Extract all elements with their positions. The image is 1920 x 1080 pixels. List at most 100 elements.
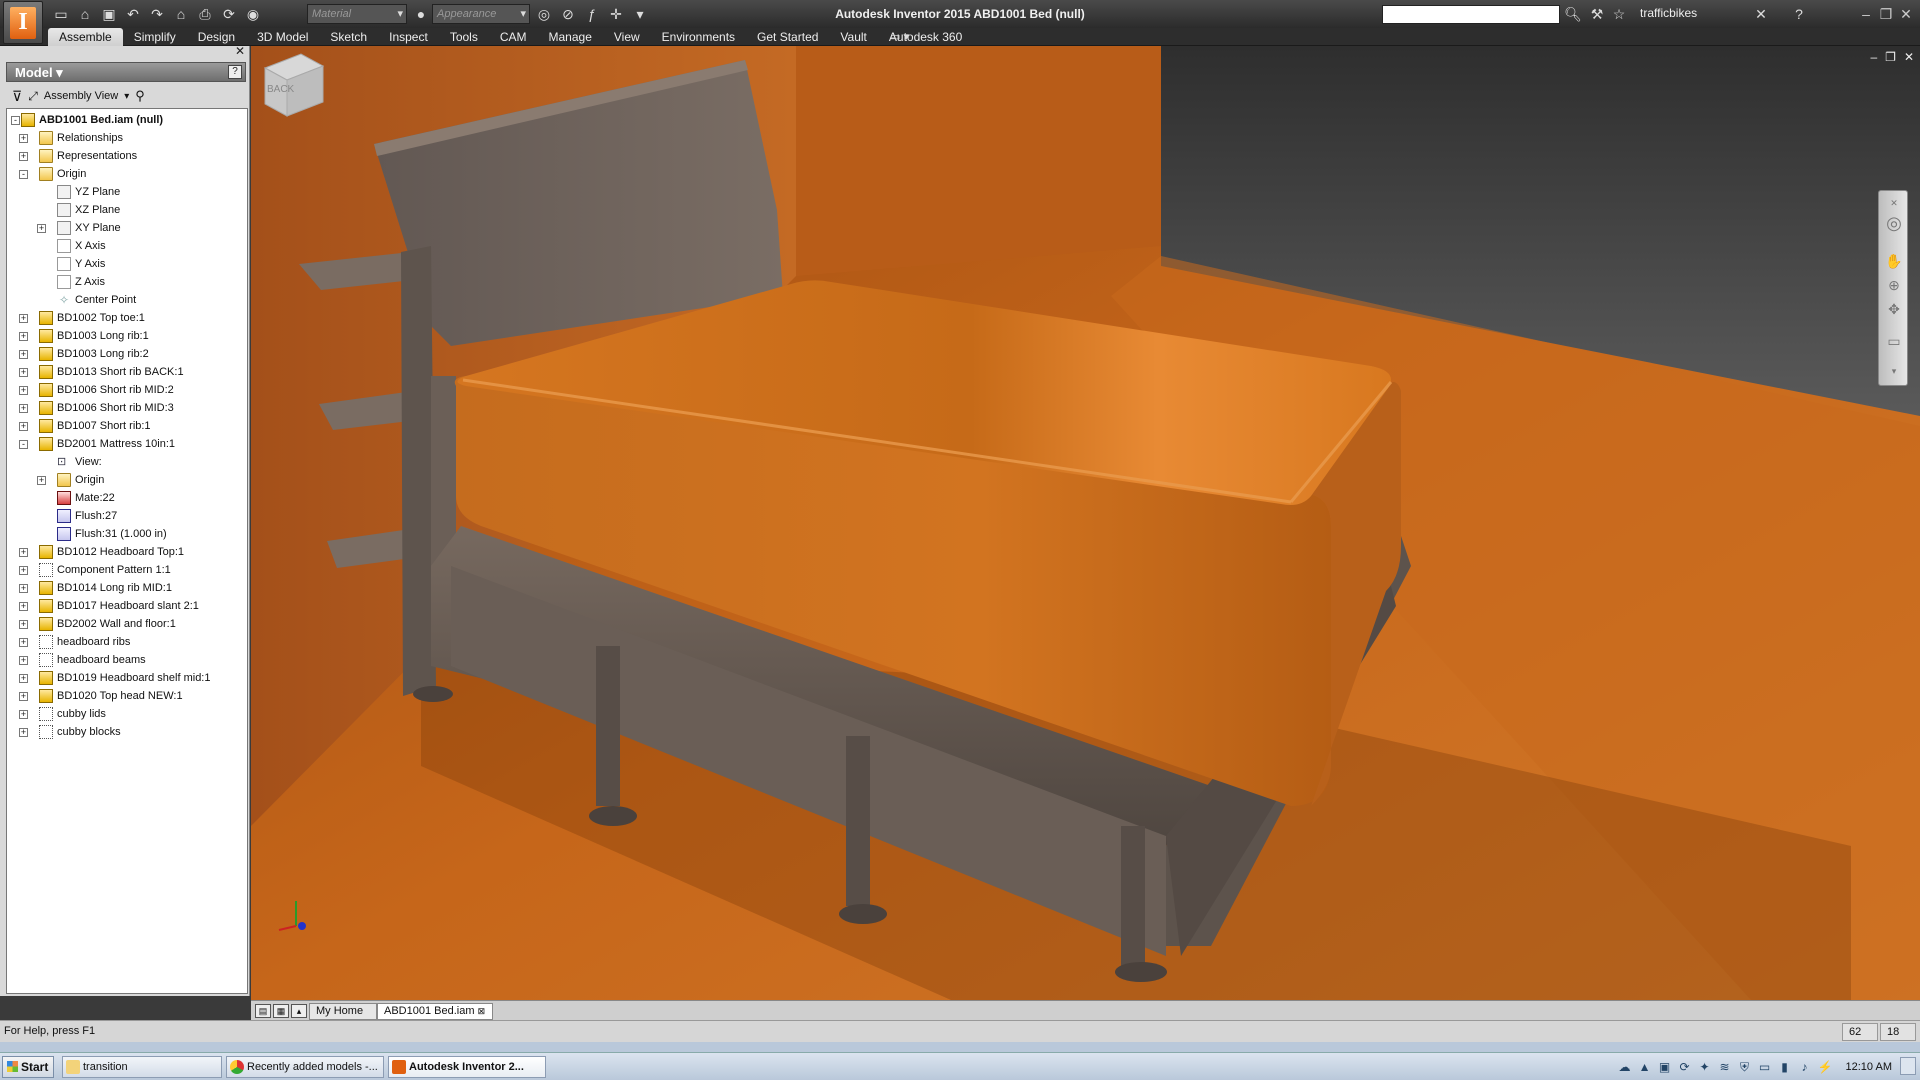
navbar-options-icon[interactable]: ▾ [1884, 361, 1904, 381]
restore-window-button[interactable]: ❐ [1876, 4, 1896, 24]
tree-node[interactable]: - BD2001 Mattress 10in:1 [7, 435, 247, 453]
new-file-icon[interactable]: ▭ [52, 5, 70, 23]
expand-icon[interactable]: + [19, 620, 28, 629]
tree-node[interactable]: Flush:31 (1.000 in) [7, 525, 247, 543]
tab-my-home[interactable]: My Home [309, 1003, 377, 1020]
tree-node[interactable]: X Axis [7, 237, 247, 255]
task-inventor[interactable]: Autodesk Inventor 2... [388, 1056, 546, 1078]
expand-icon[interactable]: + [19, 710, 28, 719]
expand-icon[interactable]: + [19, 152, 28, 161]
tree-node[interactable]: + BD1017 Headboard slant 2:1 [7, 597, 247, 615]
tree-node[interactable]: + BD1014 Long rib MID:1 [7, 579, 247, 597]
ribbon-tab[interactable]: Simplify [123, 28, 187, 46]
pan-hand-icon[interactable]: ✋ [1884, 251, 1904, 271]
assembly-view-dropdown[interactable]: Assembly View [44, 90, 118, 102]
tree-node[interactable]: + BD1007 Short rib:1 [7, 417, 247, 435]
tree-node[interactable]: Y Axis [7, 255, 247, 273]
tree-node[interactable]: YZ Plane [7, 183, 247, 201]
expand-icon[interactable]: + [19, 602, 28, 611]
search-icon[interactable]: 🔍︎ [1564, 5, 1582, 23]
expand-icon[interactable]: + [19, 404, 28, 413]
measure-icon[interactable]: ✛ [607, 5, 625, 23]
show-desktop-button[interactable] [1900, 1057, 1916, 1075]
tree-node[interactable]: + Origin [7, 471, 247, 489]
find-binoculars-icon[interactable]: ⚲ [135, 88, 145, 104]
expand-icon[interactable]: + [19, 674, 28, 683]
open-file-icon[interactable]: ⌂ [76, 5, 94, 23]
home-icon[interactable]: ⌂ [172, 5, 190, 23]
network-tray-icon[interactable]: ☁ [1618, 1060, 1632, 1074]
tree-node[interactable]: + XY Plane [7, 219, 247, 237]
ribbon-tab[interactable]: View [603, 28, 651, 46]
expand-icon[interactable]: + [19, 350, 28, 359]
expand-icon[interactable]: + [19, 134, 28, 143]
tree-node[interactable]: + BD1012 Headboard Top:1 [7, 543, 247, 561]
ribbon-tab[interactable]: Inspect [378, 28, 439, 46]
tree-node[interactable]: + BD1003 Long rib:2 [7, 345, 247, 363]
tree-node[interactable]: + headboard ribs [7, 633, 247, 651]
clear-appearance-icon[interactable]: ⊘ [559, 5, 577, 23]
expand-icon[interactable]: + [19, 386, 28, 395]
tree-node[interactable]: + BD1002 Top toe:1 [7, 309, 247, 327]
user-account[interactable]: trafficbikes [1640, 6, 1697, 20]
collapse-icon[interactable]: - [11, 116, 20, 125]
tree-node[interactable]: Flush:27 [7, 507, 247, 525]
tree-node[interactable]: + BD1020 Top head NEW:1 [7, 687, 247, 705]
redo-icon[interactable]: ↷ [148, 5, 166, 23]
tree-node[interactable]: - ABD1001 Bed.iam (null) [7, 111, 247, 129]
ribbon-tab[interactable]: Manage [538, 28, 603, 46]
close-window-button[interactable]: ✕ [1896, 4, 1916, 24]
tree-node[interactable]: ✧ Center Point [7, 291, 247, 309]
close-tab-icon[interactable]: ⊠ [478, 1006, 486, 1016]
filter-icon[interactable]: ⊽ [12, 88, 22, 105]
ribbon-tab[interactable]: Assemble [48, 28, 123, 46]
ribbon-tab[interactable]: CAM [489, 28, 538, 46]
tree-node[interactable]: + Representations [7, 147, 247, 165]
close-document-icon[interactable]: ✕ [1904, 50, 1914, 64]
restore-document-icon[interactable]: ❐ [1885, 50, 1896, 64]
tree-node[interactable]: - Origin [7, 165, 247, 183]
autodesk-tray-icon[interactable]: ▲ [1638, 1060, 1652, 1074]
favorites-star-icon[interactable]: ☆ [1610, 5, 1628, 23]
signal-tray-icon[interactable]: ▮ [1778, 1060, 1792, 1074]
steering-wheel-icon[interactable]: ◎ [1884, 213, 1904, 233]
start-button[interactable]: Start [2, 1056, 54, 1078]
help-icon[interactable]: ? [1790, 5, 1808, 23]
tree-node[interactable]: + BD1006 Short rib MID:2 [7, 381, 247, 399]
ribbon-tab[interactable]: Environments [651, 28, 746, 46]
tile-layout-icon[interactable]: ▤ [255, 1004, 271, 1018]
expand-icon[interactable]: + [19, 548, 28, 557]
tree-node[interactable]: + cubby blocks [7, 723, 247, 741]
collapse-icon[interactable]: - [19, 170, 28, 179]
expand-icon[interactable]: + [19, 638, 28, 647]
ribbon-tab[interactable]: Get Started [746, 28, 829, 46]
power-tray-icon[interactable]: ⚡ [1818, 1060, 1833, 1074]
select-icon[interactable]: ◉ [244, 5, 262, 23]
ribbon-tab[interactable]: 3D Model [246, 28, 319, 46]
material-dropdown[interactable]: Material [307, 4, 407, 24]
ribbon-display-toggle[interactable]: ▭ ▾ [890, 30, 920, 44]
customize-icon[interactable]: ▾ [631, 5, 649, 23]
print-icon[interactable]: ⎙ [196, 5, 214, 23]
application-menu-button[interactable]: I [3, 1, 43, 44]
appearance-dropdown[interactable]: Appearance [432, 4, 530, 24]
expand-icon[interactable]: + [37, 224, 46, 233]
volume-tray-icon[interactable]: ♪ [1798, 1060, 1812, 1074]
tree-node[interactable]: + BD1003 Long rib:1 [7, 327, 247, 345]
collapse-icon[interactable]: - [19, 440, 28, 449]
expand-icon[interactable]: + [19, 692, 28, 701]
tree-node[interactable]: Mate:22 [7, 489, 247, 507]
tree-node[interactable]: + Component Pattern 1:1 [7, 561, 247, 579]
expand-icon[interactable]: + [19, 656, 28, 665]
help-search-input[interactable] [1382, 5, 1560, 24]
expand-icon[interactable]: + [19, 584, 28, 593]
expand-icon[interactable]: + [37, 476, 46, 485]
tab-list-icon[interactable]: ▴ [291, 1004, 307, 1018]
subscription-icon[interactable]: ⚒ [1588, 5, 1606, 23]
cascade-layout-icon[interactable]: ▦ [273, 1004, 289, 1018]
task-transition[interactable]: transition [62, 1056, 222, 1078]
exchange-apps-icon[interactable]: ✕ [1752, 5, 1770, 23]
tree-node[interactable]: + BD1013 Short rib BACK:1 [7, 363, 247, 381]
tree-node[interactable]: + headboard beams [7, 651, 247, 669]
ribbon-tab[interactable]: Vault [829, 28, 877, 46]
